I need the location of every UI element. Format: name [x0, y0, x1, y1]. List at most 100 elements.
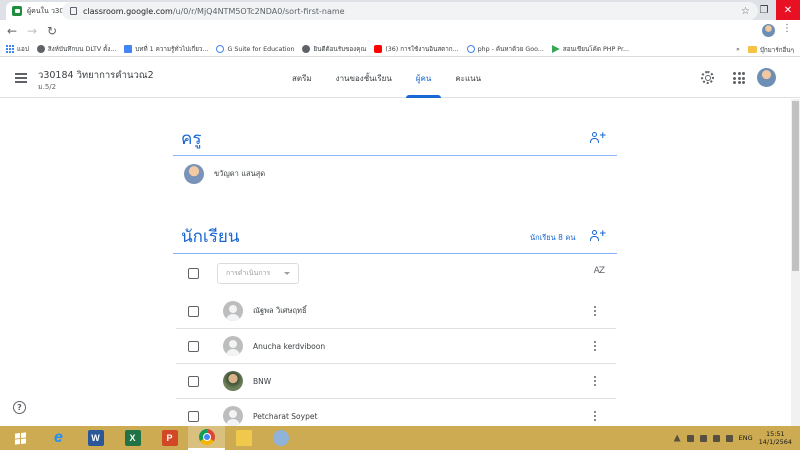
class-section: ม.5/2 — [38, 83, 57, 91]
student-checkbox[interactable] — [188, 340, 199, 352]
teacher-row: ขวัญดา แสนสุด — [184, 164, 265, 184]
google-icon — [216, 45, 225, 53]
globe-icon — [36, 45, 45, 53]
sort-az-icon[interactable]: AZ — [594, 266, 605, 276]
page-scrollbar[interactable] — [791, 99, 800, 426]
close-window-icon[interactable]: ✕ — [776, 0, 800, 20]
browser-toolbar: ← → ↻ — [0, 20, 800, 42]
scrollbar-thumb[interactable] — [792, 101, 799, 271]
bookmark-item[interactable]: ยินดีต้อนรับของคุณ — [302, 44, 366, 54]
student-row[interactable]: BNW — [176, 364, 616, 399]
more-options-icon[interactable] — [590, 305, 600, 317]
more-options-icon[interactable] — [590, 410, 600, 422]
language-indicator[interactable]: ENG — [739, 434, 753, 442]
student-avatar — [223, 406, 243, 426]
windows-logo-icon — [14, 431, 26, 445]
student-avatar — [223, 371, 243, 391]
lock-icon[interactable] — [70, 7, 77, 15]
bookmark-item[interactable]: บทที่ 1 ความรู้ทั่วไปเกี่ยว... — [124, 44, 208, 54]
bookmark-apps[interactable]: แอป — [6, 44, 29, 54]
student-toolbar: การดำเนินการ AZ — [188, 263, 608, 285]
teacher-name: ขวัญดา แสนสุด — [214, 169, 266, 178]
clock[interactable]: 15:51 14/1/2564 — [759, 430, 792, 446]
tab-grades[interactable]: คะแนน — [443, 58, 493, 98]
back-icon[interactable]: ← — [4, 24, 20, 38]
folder-icon — [235, 430, 252, 446]
arrow-icon — [551, 45, 560, 53]
account-avatar[interactable] — [757, 68, 776, 87]
reload-icon[interactable]: ↻ — [44, 24, 60, 38]
globe-icon — [302, 45, 311, 53]
student-checkbox[interactable] — [188, 410, 199, 422]
tray-arrow-icon[interactable] — [673, 434, 681, 442]
tab-stream[interactable]: สตรีม — [280, 58, 324, 98]
start-button[interactable] — [0, 426, 40, 450]
classroom-header: ว30184 วิทยาการคำนวณ2 ม.5/2 สตรีม งานของ… — [0, 58, 800, 98]
url-text[interactable]: classroom.google.com/u/0/r/MjQ4NTM5OTc2N… — [83, 7, 741, 16]
bookmark-item[interactable]: สอนเขียนโค้ด PHP Pr... — [551, 44, 629, 54]
google-apps-icon[interactable] — [733, 72, 745, 84]
system-tray: ENG 15:51 14/1/2564 — [673, 426, 800, 450]
word-icon: W — [87, 430, 104, 446]
bookmark-item[interactable]: php - ค้นหาด้วย Goo... — [466, 44, 544, 54]
other-bookmarks[interactable]: บุ๊กมาร์กอื่นๆ — [747, 45, 794, 55]
student-checkbox[interactable] — [188, 375, 199, 387]
taskbar-chrome[interactable] — [188, 426, 225, 450]
bookmarks-bar: แอป สิงห์บันทึกบน DLTV ตั้ง... บทที่ 1 ค… — [0, 42, 800, 57]
student-name: BNW — [253, 376, 272, 386]
battery-icon[interactable] — [686, 434, 694, 442]
help-icon[interactable]: ? — [13, 401, 26, 414]
teacher-avatar — [184, 164, 204, 184]
bookmark-star-icon[interactable]: ☆ — [741, 6, 750, 17]
invite-teacher-icon[interactable]: + — [590, 132, 607, 143]
class-name[interactable]: ว30184 วิทยาการคำนวณ2 — [38, 68, 154, 83]
bookmark-item[interactable]: G Suite for Education — [216, 45, 294, 53]
invite-student-icon[interactable]: + — [590, 230, 607, 241]
taskbar-powerpoint[interactable]: P — [151, 426, 188, 450]
students-divider — [173, 253, 617, 254]
folder-icon — [747, 46, 757, 53]
main-menu-icon[interactable] — [15, 73, 27, 83]
taskbar-excel[interactable]: X — [114, 426, 151, 450]
tab-classwork[interactable]: งานของชั้นเรียน — [324, 58, 404, 98]
browser-menu-icon[interactable]: ⋮ — [782, 23, 792, 34]
forward-icon[interactable]: → — [24, 24, 40, 38]
control-panel-icon — [272, 430, 289, 446]
address-bar[interactable]: classroom.google.com/u/0/r/MjQ4NTM5OTc2N… — [62, 2, 758, 20]
bookmark-item[interactable]: (36) การใช้งานอินสตาก... — [374, 44, 459, 54]
bookmarks-more-button[interactable]: » — [736, 46, 740, 53]
student-name: Petcharat Soypet — [253, 411, 318, 421]
actions-dropdown[interactable]: การดำเนินการ — [217, 263, 299, 284]
browser-profile-avatar[interactable] — [762, 24, 775, 37]
clock-time: 15:51 — [765, 430, 785, 438]
powerpoint-icon: P — [161, 430, 178, 446]
taskbar-word[interactable]: W — [77, 426, 114, 450]
volume-icon[interactable] — [712, 434, 720, 442]
google-icon — [466, 45, 475, 53]
tab-people[interactable]: ผู้คน — [404, 58, 444, 98]
more-options-icon[interactable] — [590, 375, 600, 387]
teachers-heading: ครู — [181, 129, 202, 149]
taskbar-internet-explorer[interactable]: e — [40, 426, 77, 450]
student-checkbox[interactable] — [188, 305, 199, 317]
settings-gear-icon[interactable] — [701, 71, 714, 84]
flag-icon[interactable] — [725, 434, 733, 442]
taskbar-control-panel[interactable] — [262, 426, 299, 450]
network-icon[interactable] — [699, 434, 707, 442]
more-options-icon[interactable] — [590, 340, 600, 352]
student-avatar — [223, 301, 243, 321]
people-page: ครู + ขวัญดา แสนสุด นักเรียน นักเรียน 8 … — [0, 99, 800, 434]
select-all-checkbox[interactable] — [188, 268, 199, 279]
student-row[interactable]: Anucha kerdviboon — [176, 329, 616, 364]
student-avatar — [223, 336, 243, 356]
excel-icon: X — [124, 430, 141, 446]
student-count: นักเรียน 8 คน — [530, 233, 576, 242]
apps-icon — [6, 45, 14, 53]
bookmark-item[interactable]: สิงห์บันทึกบน DLTV ตั้ง... — [36, 44, 116, 54]
teachers-divider — [173, 155, 617, 156]
taskbar-file-explorer[interactable] — [225, 426, 262, 450]
student-row[interactable]: ณัฐพล วิเศษฤทธิ์ — [176, 294, 616, 329]
student-name: ณัฐพล วิเศษฤทธิ์ — [253, 306, 307, 315]
chrome-icon — [198, 429, 215, 445]
doc-icon — [124, 45, 133, 53]
